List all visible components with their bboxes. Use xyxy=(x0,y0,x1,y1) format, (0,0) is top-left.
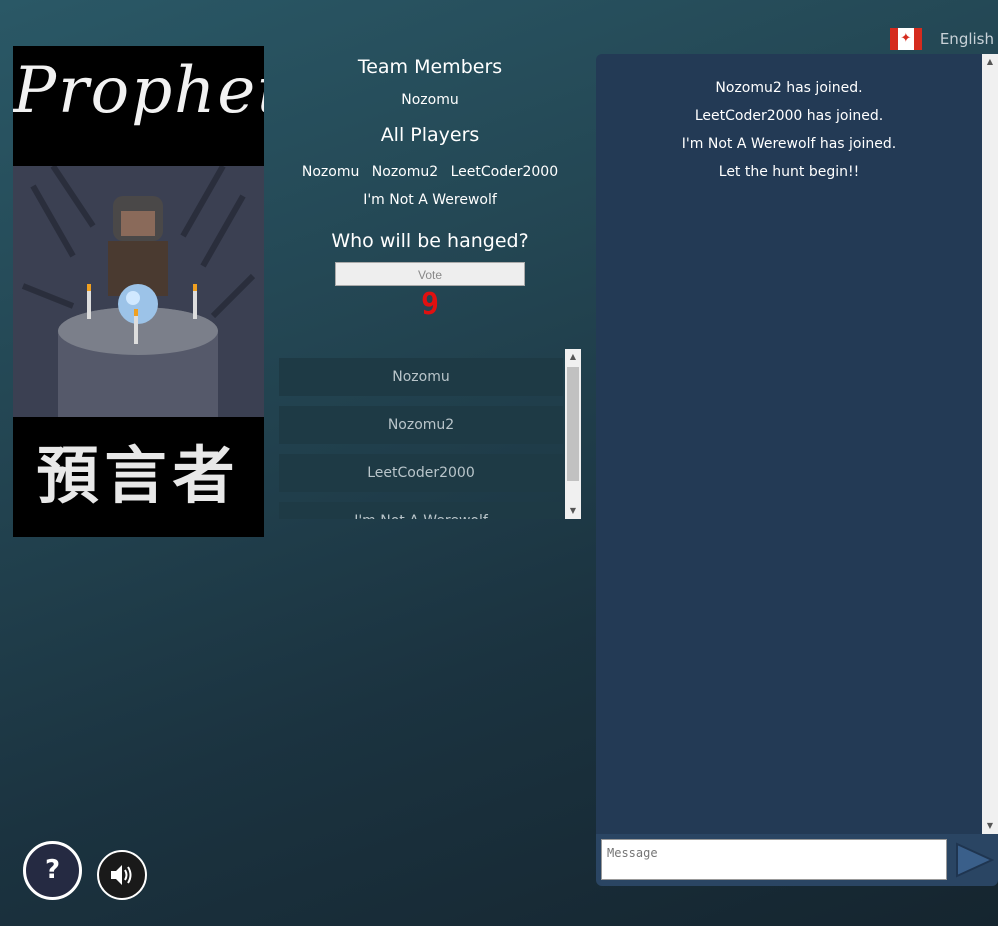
vote-timer: 9 xyxy=(420,287,440,322)
help-button[interactable]: ? xyxy=(23,841,82,900)
vote-candidate-list[interactable]: Nozomu Nozomu2 LeetCoder2000 I'm Not A W… xyxy=(279,349,581,519)
sound-toggle-button[interactable] xyxy=(97,850,147,900)
role-card-title: Prophet xyxy=(13,54,264,128)
scroll-up-icon[interactable]: ▲ xyxy=(565,349,581,365)
vote-candidate[interactable]: Nozomu2 xyxy=(279,406,563,444)
chat-message: I'm Not A Werewolf has joined. xyxy=(681,136,897,152)
player-list: Nozomu Nozomu2 LeetCoder2000 I'm Not A W… xyxy=(295,158,565,214)
vote-heading: Who will be hanged? xyxy=(331,230,529,252)
chat-message-input[interactable] xyxy=(601,839,947,880)
chat-message: Let the hunt begin!! xyxy=(718,164,860,180)
all-players-heading: All Players xyxy=(380,124,480,146)
player-name: Nozomu2 xyxy=(371,164,439,180)
language-selector[interactable]: ✦ English xyxy=(889,24,998,54)
chat-log: Nozomu2 has joined. LeetCoder2000 has jo… xyxy=(596,54,998,834)
language-label[interactable]: English xyxy=(940,30,994,48)
chat-message: LeetCoder2000 has joined. xyxy=(694,108,884,124)
chat-input-bar xyxy=(596,834,998,886)
vote-candidate[interactable]: I'm Not A Werewolf xyxy=(279,502,563,519)
vote-candidate[interactable]: Nozomu xyxy=(279,358,563,396)
scrollbar-thumb[interactable] xyxy=(567,367,579,481)
vote-button[interactable]: Vote xyxy=(335,262,525,286)
prophet-artwork xyxy=(13,166,264,417)
speaker-icon xyxy=(111,865,132,885)
scroll-up-icon[interactable]: ▲ xyxy=(982,54,998,70)
send-icon[interactable] xyxy=(954,840,994,880)
canada-flag-icon[interactable]: ✦ xyxy=(889,28,922,50)
team-members-heading: Team Members xyxy=(357,56,503,78)
scroll-down-icon[interactable]: ▼ xyxy=(565,503,581,519)
player-name: Nozomu xyxy=(301,164,360,180)
chat-scrollbar[interactable]: ▲ ▼ xyxy=(982,54,998,834)
role-card: Prophet 預言者 xyxy=(13,46,264,537)
role-card-kanji: 預言者 xyxy=(36,439,241,512)
scroll-down-icon[interactable]: ▼ xyxy=(982,818,998,834)
game-panel: Team Members Nozomu All Players Nozomu N… xyxy=(279,52,581,322)
player-name: I'm Not A Werewolf xyxy=(363,192,497,208)
vote-candidate[interactable]: LeetCoder2000 xyxy=(279,454,563,492)
chat-message: Nozomu2 has joined. xyxy=(715,80,863,96)
chat-messages: Nozomu2 has joined. LeetCoder2000 has jo… xyxy=(596,74,982,186)
vote-list-scrollbar[interactable]: ▲ ▼ xyxy=(565,349,581,519)
team-member: Nozomu xyxy=(401,92,459,108)
player-name: LeetCoder2000 xyxy=(450,164,559,180)
